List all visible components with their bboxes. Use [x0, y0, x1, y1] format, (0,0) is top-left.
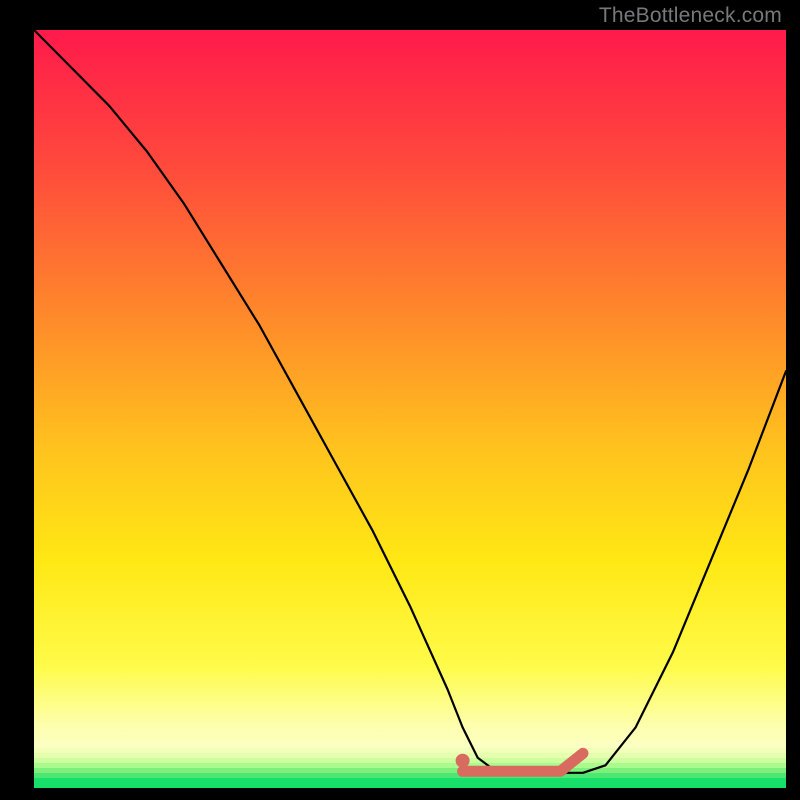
- gradient-background: [34, 30, 786, 788]
- watermark-text: TheBottleneck.com: [599, 4, 782, 28]
- chart-container: TheBottleneck.com: [0, 0, 800, 800]
- green-zone-band: [34, 742, 786, 788]
- plot-svg: [34, 30, 786, 788]
- optimal-start-dot: [456, 754, 470, 768]
- plot-area: [34, 30, 786, 788]
